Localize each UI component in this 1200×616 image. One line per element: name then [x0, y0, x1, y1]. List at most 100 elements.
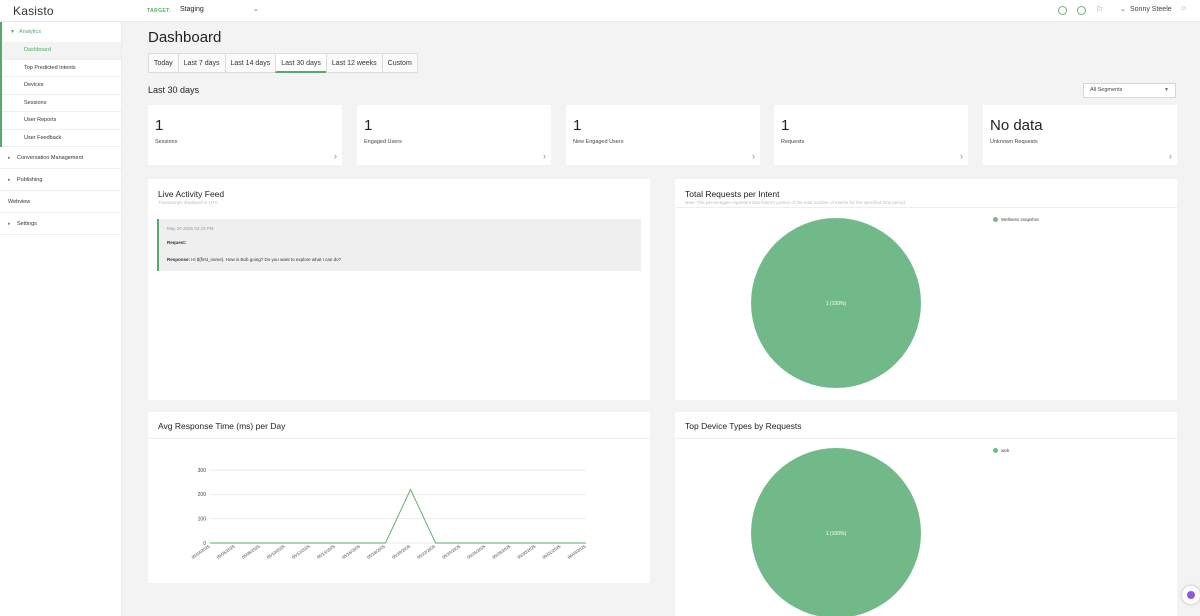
sidebar-item-label: Settings: [17, 220, 37, 227]
logo[interactable]: Kasisto: [13, 4, 54, 18]
stat-value: No data: [990, 117, 1043, 134]
sidebar-item-label: Publishing: [17, 176, 43, 183]
range-heading: Last 30 days: [148, 85, 200, 95]
stat-card-new-engaged-users[interactable]: 1 New Engaged Users ›: [566, 105, 760, 165]
stat-label: Requests: [781, 139, 805, 145]
divider: [148, 438, 650, 439]
stat-label: Sessions: [155, 139, 178, 145]
stat-label: Unknown Requests: [990, 139, 1038, 145]
chevron-down-icon[interactable]: ⌄: [253, 5, 259, 13]
panel-title: Live Activity Feed: [158, 189, 225, 199]
y-tick-label: 100: [198, 516, 207, 522]
segment-select-value: All Segments: [1090, 87, 1123, 93]
sidebar-item-analytics[interactable]: ▼ Analytics: [2, 22, 121, 42]
tab-last-14-days[interactable]: Last 14 days: [224, 53, 276, 73]
stat-label: Engaged Users: [364, 139, 402, 145]
page-title: Dashboard: [148, 29, 222, 46]
divider: [675, 438, 1177, 439]
segment-select[interactable]: All Segments ▼: [1083, 83, 1176, 98]
sidebar-item-sessions[interactable]: Sessions: [2, 95, 121, 112]
stat-label: New Engaged Users: [573, 139, 624, 145]
chat-launcher-button[interactable]: [1182, 586, 1200, 604]
sidebar-item-devices[interactable]: Devices: [2, 77, 121, 95]
chevron-right-icon[interactable]: ›: [752, 151, 755, 161]
chevron-down-icon: ▼: [1164, 87, 1169, 93]
tab-custom[interactable]: Custom: [381, 53, 418, 73]
top-bar: Kasisto TARGET: Staging ⌄ ⚐ ⌄ Sonny Stee…: [0, 0, 1200, 22]
sidebar-item-user-reports[interactable]: User Reports: [2, 112, 121, 130]
requests-per-intent-panel: Total Requests per Intent Note: The perc…: [675, 179, 1177, 400]
legend-swatch: [993, 217, 998, 222]
sidebar-item-label: Top Predicted Intents: [24, 64, 76, 71]
feed-response-label: Response:: [167, 257, 191, 262]
chevron-right-icon[interactable]: ›: [960, 151, 963, 161]
panel-note: Timestamps displayed in UTC: [158, 200, 218, 205]
legend-item[interactable]: web: [993, 448, 1009, 453]
user-name[interactable]: Sonny Steele: [1130, 6, 1172, 13]
chevron-right-icon[interactable]: ›: [1169, 151, 1172, 161]
sidebar: ▼ Analytics Dashboard Top Predicted Inte…: [0, 22, 122, 616]
feed-timestamp: May 20 2025 02:43 PM: [167, 226, 214, 231]
sidebar-item-label: Sessions: [24, 99, 47, 106]
legend-label: web: [1001, 448, 1010, 453]
target-select[interactable]: Staging: [180, 6, 204, 13]
series-line: [210, 488, 586, 544]
stat-card-requests[interactable]: 1 Requests ›: [774, 105, 968, 165]
x-tick-label: 06/03/2025: [567, 543, 588, 560]
target-label: TARGET:: [147, 8, 172, 14]
chevron-down-icon[interactable]: ⌄: [1120, 5, 1126, 13]
feed-item: May 20 2025 02:43 PM Request: Response: …: [157, 219, 641, 271]
sidebar-item-conversation-management[interactable]: ▸ Conversation Management: [0, 147, 121, 169]
caret-right-icon: ▸: [8, 154, 11, 161]
stat-value: 1: [573, 117, 582, 134]
tab-last-12-weeks[interactable]: Last 12 weeks: [325, 53, 382, 73]
x-tick-label: 05/16/2025: [341, 543, 362, 560]
stat-card-sessions[interactable]: 1 Sessions ›: [148, 105, 342, 165]
download-icon[interactable]: [1077, 6, 1086, 15]
x-tick-label: 05/04/2025: [191, 543, 212, 560]
x-tick-label: 05/24/2025: [441, 543, 462, 560]
tab-today[interactable]: Today: [148, 53, 178, 73]
legend-label: Wellness snapshot: [1001, 217, 1039, 222]
divider: [675, 207, 1177, 208]
x-tick-label: 05/14/2025: [316, 543, 337, 560]
stat-card-unknown-requests[interactable]: No data Unknown Requests ›: [983, 105, 1177, 165]
feed-response-text: Hi ${first_name}. How is Bob going? Do y…: [190, 257, 342, 262]
avg-response-time-panel: Avg Response Time (ms) per Day 0 100 200 30…: [148, 412, 650, 583]
sidebar-item-webview[interactable]: Webview: [0, 191, 121, 213]
sidebar-item-settings[interactable]: ▸ Settings: [0, 213, 121, 235]
caret-right-icon: ▸: [8, 176, 11, 183]
tab-last-30-days[interactable]: Last 30 days: [275, 53, 326, 73]
panel-title: Total Requests per Intent: [685, 189, 780, 199]
x-tick-label: 05/06/2025: [216, 543, 237, 560]
tab-last-7-days[interactable]: Last 7 days: [177, 53, 225, 73]
x-tick-label: 05/26/2025: [466, 543, 487, 560]
chat-icon: [1187, 591, 1195, 599]
chevron-right-icon[interactable]: ›: [543, 151, 546, 161]
x-tick-label: 05/10/2025: [266, 543, 287, 560]
sidebar-item-label: User Feedback: [24, 134, 62, 141]
legend-item[interactable]: Wellness snapshot: [993, 217, 1039, 222]
stat-card-engaged-users[interactable]: 1 Engaged Users ›: [357, 105, 551, 165]
user-icon[interactable]: ☺: [1180, 5, 1187, 12]
x-tick-label: 05/08/2025: [241, 543, 262, 560]
sidebar-item-label: Webview: [8, 198, 31, 205]
x-tick-label: 05/30/2025: [516, 543, 537, 560]
device-types-panel: Top Device Types by Requests 1 (100%) we…: [675, 412, 1177, 616]
stat-value: 1: [155, 117, 164, 134]
sidebar-item-dashboard[interactable]: Dashboard: [2, 42, 121, 60]
bell-icon[interactable]: ⚐: [1096, 5, 1103, 14]
chevron-right-icon[interactable]: ›: [334, 151, 337, 161]
intent-pie-chart: 1 (100%): [751, 218, 921, 388]
sidebar-item-publishing[interactable]: ▸ Publishing: [0, 169, 121, 191]
chat-icon[interactable]: [1058, 6, 1067, 15]
sidebar-item-label: User Reports: [24, 117, 57, 124]
x-tick-label: 05/28/2025: [491, 543, 512, 560]
panel-title: Top Device Types by Requests: [685, 421, 802, 431]
x-tick-label: 05/12/2025: [291, 543, 312, 560]
x-tick-label: 05/20/2025: [391, 543, 412, 560]
stat-value: 1: [781, 117, 790, 134]
sidebar-item-user-feedback[interactable]: User Feedback: [2, 130, 121, 147]
x-tick-label: 06/01/2025: [541, 543, 562, 560]
sidebar-item-top-predicted-intents[interactable]: Top Predicted Intents: [2, 60, 121, 77]
